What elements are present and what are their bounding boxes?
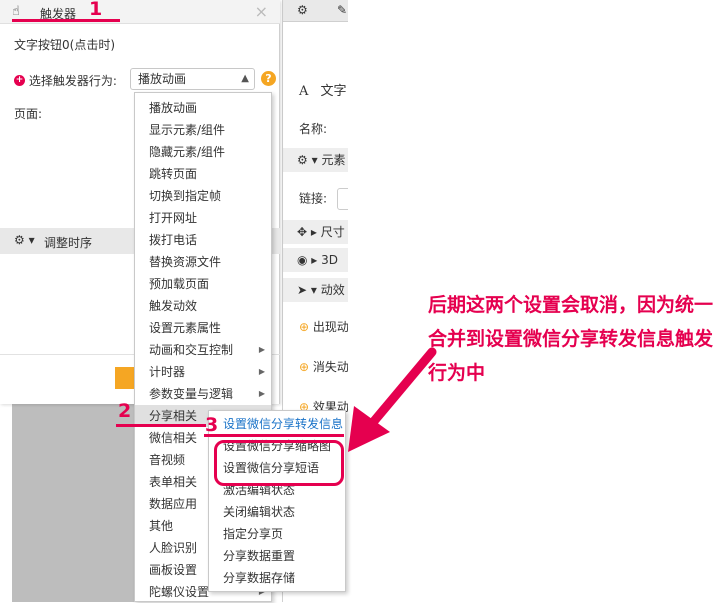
close-icon[interactable]: × xyxy=(255,2,268,21)
canvas-background xyxy=(12,404,134,602)
share-menu-item[interactable]: 分享数据重置 xyxy=(209,545,345,567)
disappear-anim-row[interactable]: ⊕ 消失动 xyxy=(283,358,348,375)
gear-icon[interactable]: ⚙ xyxy=(297,3,308,17)
submenu-arrow-icon: ▶ xyxy=(258,367,265,376)
gear-icon: ⚙ ▾ xyxy=(14,233,35,247)
trigger-behavior-row: + 选择触发器行为: xyxy=(14,72,117,89)
trigger-menu-item[interactable]: 播放动画 xyxy=(135,97,271,119)
share-menu-item[interactable]: 指定分享页 xyxy=(209,523,345,545)
text-label: 文字 xyxy=(320,84,347,99)
help-icon[interactable]: ? xyxy=(261,71,276,86)
trigger-menu-item[interactable]: 替换资源文件 xyxy=(135,251,271,273)
trigger-menu-item[interactable]: 隐藏元素/组件 xyxy=(135,141,271,163)
trigger-menu-item[interactable]: 计时器 ▶ xyxy=(135,361,271,383)
trigger-menu-item[interactable]: 拨打电话 xyxy=(135,229,271,251)
share-menu-item[interactable]: 设置微信分享转发信息 xyxy=(209,413,345,435)
annotation-underline-3 xyxy=(204,434,344,437)
move-icon: ✥ ▸ xyxy=(297,225,317,239)
trigger-menu-item[interactable]: 跳转页面 xyxy=(135,163,271,185)
panel-tab-bar: ⚙ ✎ xyxy=(283,0,348,22)
rocket-icon: ➤ ▾ xyxy=(297,283,317,297)
trigger-menu-item[interactable]: 动画和交互控制 ▶ xyxy=(135,339,271,361)
trigger-menu-item[interactable]: 显示元素/组件 xyxy=(135,119,271,141)
text-icon: A xyxy=(299,84,309,99)
page-label: 页面: xyxy=(14,107,43,121)
annotation-number-3: 3 xyxy=(205,414,219,436)
submenu-arrow-icon: ▶ xyxy=(258,345,265,354)
target-element-name: 文字按钮0(点击时) xyxy=(14,38,115,52)
gear-icon: ⚙ ▾ xyxy=(297,153,318,167)
trigger-menu-item[interactable]: 预加载页面 xyxy=(135,273,271,295)
select-arrows-icon: ▲ xyxy=(241,73,249,84)
name-label: 名称: xyxy=(299,122,328,136)
element-section-header[interactable]: ⚙ ▾ 元素 xyxy=(283,148,348,172)
threed-section-header[interactable]: ◉ ▸ 3D xyxy=(283,248,348,272)
pencil-icon[interactable]: ✎ xyxy=(337,3,347,17)
annotation-number-2: 2 xyxy=(118,400,132,422)
annotation-underline-1 xyxy=(12,19,120,22)
required-icon: + xyxy=(14,75,25,86)
link-input[interactable] xyxy=(336,188,348,210)
appear-anim-row[interactable]: ⊕ 出现动 xyxy=(283,318,348,335)
globe-icon: ◉ ▸ xyxy=(297,253,318,267)
trigger-menu-item[interactable]: 参数变量与逻辑 ▶ xyxy=(135,383,271,405)
annotation-number-1: 1 xyxy=(89,0,103,20)
annotation-underline-2 xyxy=(116,424,206,427)
trigger-menu-item[interactable]: 打开网址 xyxy=(135,207,271,229)
size-section-header[interactable]: ✥ ▸ 尺寸 xyxy=(283,220,348,244)
link-label: 链接: xyxy=(299,191,328,206)
trigger-behavior-label: 选择触发器行为: xyxy=(28,74,117,88)
timing-label: 调整时序 xyxy=(44,236,93,250)
share-menu-item[interactable]: 关闭编辑状态 xyxy=(209,501,345,523)
share-menu-item[interactable]: 分享数据存储 xyxy=(209,567,345,589)
submenu-arrow-icon: ▶ xyxy=(258,389,265,398)
link-row: 链接: xyxy=(283,188,348,210)
text-section-title: A 文字 xyxy=(283,80,348,99)
trigger-menu-item[interactable]: 触发动效 xyxy=(135,295,271,317)
add-icon: ⊕ xyxy=(299,360,310,374)
add-icon: ⊕ xyxy=(299,320,310,334)
trigger-menu-item[interactable]: 设置元素属性 xyxy=(135,317,271,339)
trigger-menu-item[interactable]: 切换到指定帧 xyxy=(135,185,271,207)
confirm-button[interactable] xyxy=(115,367,135,389)
share-submenu: 设置微信分享转发信息 设置微信分享缩略图 设置微信分享短语 激活编辑状态 关闭编辑状态指… xyxy=(208,410,346,592)
annotation-note: 后期这两个设置会取消，因为统一合并到设置微信分享转发信息触发行为中 xyxy=(428,294,714,384)
anim-section-header[interactable]: ➤ ▾ 动效 xyxy=(283,278,348,302)
trigger-behavior-select[interactable]: 播放动画 ▲ xyxy=(130,68,255,90)
annotation-highlight-box xyxy=(214,440,344,486)
hand-pointer-icon: ☝ xyxy=(12,4,20,19)
